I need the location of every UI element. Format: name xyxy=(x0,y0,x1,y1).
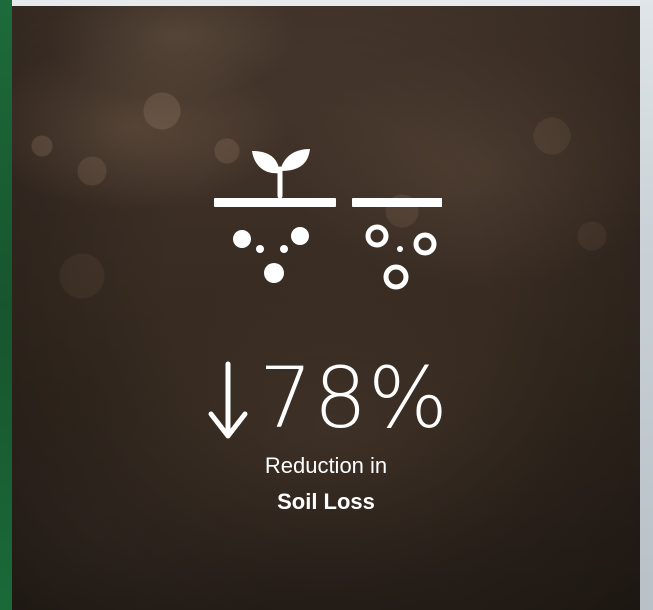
left-accent-strip xyxy=(0,0,12,610)
stat-row: 78% xyxy=(12,346,640,456)
page: 78% Reduction in Soil Loss xyxy=(0,0,653,610)
vignette xyxy=(12,6,640,610)
stat-value: 78% xyxy=(259,349,449,447)
soil-texture xyxy=(12,6,640,610)
arrow-down-icon xyxy=(208,361,248,439)
soil-stat-card: 78% Reduction in Soil Loss xyxy=(12,6,640,610)
stat-caption-line1: Reduction in xyxy=(264,453,388,478)
stat-caption-line2: Soil Loss xyxy=(277,489,375,514)
right-edge-strip xyxy=(640,0,653,610)
soil-seedling-icon xyxy=(214,149,442,290)
